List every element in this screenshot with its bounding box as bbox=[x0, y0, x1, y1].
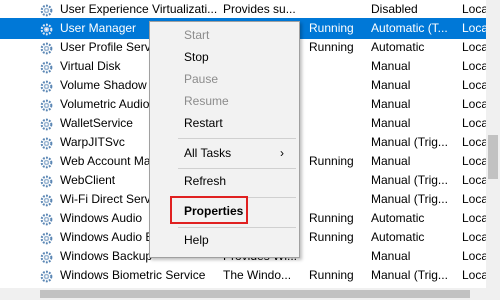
context-menu: Start Stop Pause Resume Restart All Task… bbox=[149, 21, 300, 258]
service-description: Provides su... bbox=[223, 2, 296, 16]
service-status bbox=[309, 246, 369, 267]
menu-item-pause: Pause bbox=[150, 68, 299, 90]
menu-item-help[interactable]: Help bbox=[150, 229, 299, 251]
horizontal-scroll-thumb[interactable] bbox=[40, 290, 470, 298]
service-log-on-as: Loca bbox=[462, 230, 486, 244]
service-startup-type: Manual bbox=[371, 78, 411, 92]
service-status bbox=[309, 94, 369, 115]
submenu-arrow-icon: › bbox=[280, 146, 284, 160]
service-log-on-as: Loca bbox=[462, 211, 486, 225]
menu-item-resume: Resume bbox=[150, 90, 299, 112]
service-status bbox=[309, 0, 369, 20]
service-startup-type: Manual (Trig... bbox=[371, 173, 448, 187]
scrollbar-corner bbox=[486, 288, 500, 300]
service-startup-type: Automatic bbox=[371, 40, 425, 54]
menu-item-label: Pause bbox=[184, 72, 219, 86]
service-startup-type: Automatic bbox=[371, 211, 425, 225]
gear-icon bbox=[40, 170, 58, 191]
service-log-on-as: Loca bbox=[462, 135, 486, 149]
horizontal-scrollbar[interactable] bbox=[0, 288, 486, 300]
service-log-on-as: Loca bbox=[462, 192, 486, 206]
menu-item-properties[interactable]: Properties bbox=[150, 200, 299, 222]
service-status bbox=[309, 113, 369, 134]
service-status bbox=[309, 75, 369, 96]
table-row[interactable]: User Experience Virtualizati... Provides … bbox=[0, 0, 486, 20]
menu-separator bbox=[178, 168, 296, 169]
vertical-scrollbar[interactable] bbox=[486, 0, 500, 288]
gear-icon bbox=[40, 94, 58, 115]
service-startup-type: Disabled bbox=[371, 2, 418, 16]
service-status bbox=[309, 170, 369, 191]
service-name: Windows Biometric Service bbox=[60, 268, 206, 282]
service-startup-type: Automatic (T... bbox=[371, 21, 448, 35]
service-log-on-as: Loca bbox=[462, 249, 486, 263]
service-status: Running bbox=[309, 268, 354, 282]
service-startup-type: Manual (Trig... bbox=[371, 135, 448, 149]
gear-icon bbox=[40, 227, 58, 248]
service-startup-type: Manual bbox=[371, 154, 411, 168]
service-startup-type: Manual (Trig... bbox=[371, 192, 448, 206]
service-log-on-as: Loca bbox=[462, 97, 486, 111]
service-log-on-as: Loca bbox=[462, 78, 486, 92]
service-status: Running bbox=[309, 21, 354, 35]
service-startup-type: Manual bbox=[371, 59, 411, 73]
service-status bbox=[309, 56, 369, 77]
gear-icon bbox=[40, 18, 58, 39]
gear-icon bbox=[40, 37, 58, 58]
service-startup-type: Manual bbox=[371, 97, 411, 111]
menu-item-label: Resume bbox=[184, 94, 229, 108]
menu-item-start: Start bbox=[150, 24, 299, 46]
service-startup-type: Manual bbox=[371, 249, 411, 263]
menu-item-label: Stop bbox=[184, 50, 209, 64]
service-log-on-as: Loca bbox=[462, 40, 486, 54]
service-name: User Experience Virtualizati... bbox=[60, 2, 218, 16]
service-log-on-as: Loca bbox=[462, 116, 486, 130]
service-log-on-as: Loca bbox=[462, 173, 486, 187]
service-log-on-as: Loca bbox=[462, 59, 486, 73]
service-status: Running bbox=[309, 230, 354, 244]
service-log-on-as: Loca bbox=[462, 21, 486, 35]
gear-icon bbox=[40, 0, 58, 20]
menu-separator bbox=[178, 138, 296, 139]
service-status bbox=[309, 189, 369, 210]
service-log-on-as: Loca bbox=[462, 268, 486, 282]
menu-item-stop[interactable]: Stop bbox=[150, 46, 299, 68]
service-startup-type: Manual (Trig... bbox=[371, 268, 448, 282]
service-log-on-as: Loca bbox=[462, 2, 486, 16]
gear-icon bbox=[40, 132, 58, 153]
service-startup-type: Automatic bbox=[371, 230, 425, 244]
menu-item-label: Restart bbox=[184, 116, 223, 130]
gear-icon bbox=[40, 208, 58, 229]
menu-item-label: Start bbox=[184, 28, 210, 42]
menu-item-label: All Tasks bbox=[184, 146, 232, 160]
gear-icon bbox=[40, 265, 58, 286]
gear-icon bbox=[40, 189, 58, 210]
service-status: Running bbox=[309, 211, 354, 225]
menu-item-all-tasks[interactable]: All Tasks › bbox=[150, 142, 299, 164]
gear-icon bbox=[40, 113, 58, 134]
menu-item-restart[interactable]: Restart bbox=[150, 112, 299, 134]
menu-item-label: Refresh bbox=[184, 174, 227, 188]
menu-item-refresh[interactable]: Refresh bbox=[150, 170, 299, 192]
gear-icon bbox=[40, 151, 58, 172]
service-status: Running bbox=[309, 40, 354, 54]
service-startup-type: Manual bbox=[371, 116, 411, 130]
menu-item-label: Help bbox=[184, 233, 209, 247]
gear-icon bbox=[40, 246, 58, 267]
gear-icon bbox=[40, 75, 58, 96]
menu-item-label: Properties bbox=[184, 204, 244, 218]
service-log-on-as: Loca bbox=[462, 154, 486, 168]
service-status bbox=[309, 132, 369, 153]
service-description: The Windo... bbox=[223, 268, 292, 282]
menu-separator bbox=[178, 197, 296, 198]
vertical-scroll-thumb[interactable] bbox=[488, 135, 498, 179]
table-row[interactable]: Windows Biometric Service The Windo... Run… bbox=[0, 265, 486, 286]
service-status: Running bbox=[309, 154, 354, 168]
menu-separator bbox=[178, 227, 296, 228]
gear-icon bbox=[40, 56, 58, 77]
